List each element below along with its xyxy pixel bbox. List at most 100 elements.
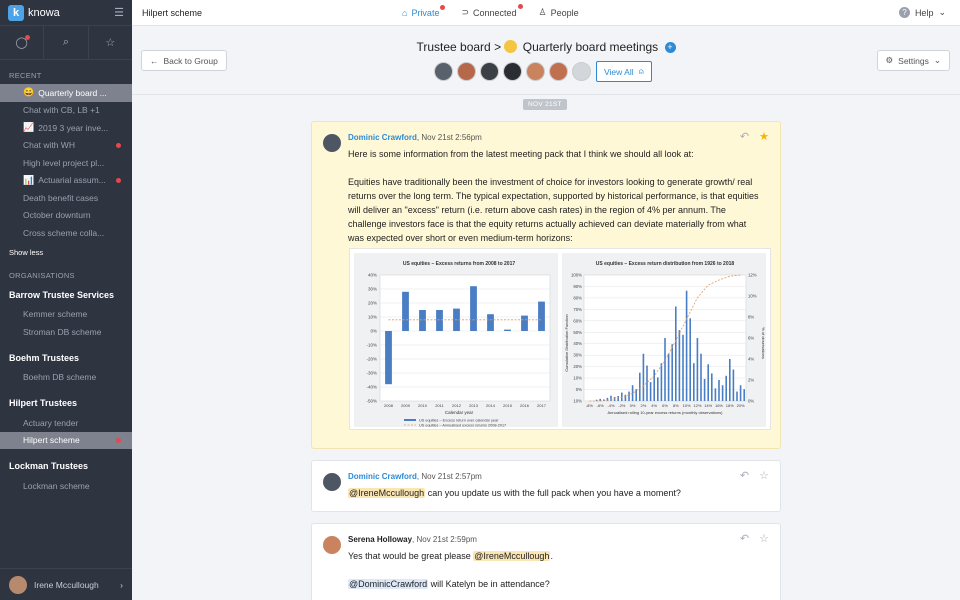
bar xyxy=(729,359,731,401)
org-heading[interactable]: Barrow Trustee Services xyxy=(0,284,132,306)
message-author[interactable]: Dominic Crawford xyxy=(348,472,417,481)
y-axis-label: Cumulative Distribution Function xyxy=(564,314,569,372)
bar xyxy=(667,353,670,401)
y-tick-label: 60% xyxy=(573,318,582,323)
avatar[interactable] xyxy=(480,62,499,81)
bar xyxy=(671,344,673,401)
x-tick-label: 12% xyxy=(693,403,701,408)
bar xyxy=(725,375,727,401)
user-menu[interactable]: Irene Mccullough › xyxy=(0,568,132,600)
star-icon[interactable]: ★ xyxy=(759,130,769,143)
x-tick-label: 10% xyxy=(683,403,691,408)
sidebar-item-recent[interactable]: 😀 Quarterly board ... xyxy=(0,84,132,102)
show-less-link[interactable]: Show less xyxy=(0,242,132,269)
hamburger-icon[interactable]: ☰ xyxy=(114,6,124,19)
view-all-label: View All xyxy=(604,66,634,77)
avatar[interactable] xyxy=(572,62,591,81)
bar xyxy=(689,318,691,401)
user-mention[interactable]: @IreneMccullough xyxy=(348,488,426,498)
x-tick-label: 2015 xyxy=(503,403,513,408)
search-icon[interactable]: ⌕ xyxy=(44,26,89,59)
bar xyxy=(653,369,655,401)
chart-attachment[interactable]: US equities – Excess returns from 2008 t… xyxy=(349,248,771,430)
sidebar-item-recent[interactable]: 📈 2019 3 year inve... xyxy=(0,119,132,137)
star-icon[interactable]: ☆ xyxy=(759,469,769,482)
settings-button[interactable]: ⚙ Settings ⌄ xyxy=(876,50,950,71)
message-feed[interactable]: NOV 21ST Dominic Crawford, Nov 21st 2:56… xyxy=(132,96,960,600)
reply-icon[interactable]: ↶ xyxy=(740,469,749,482)
sidebar-item-recent[interactable]: 📊 Actuarial assum... xyxy=(0,172,132,190)
breadcrumb-parent[interactable]: Trustee board xyxy=(416,40,490,54)
bar xyxy=(487,314,494,331)
avatar-list xyxy=(434,62,591,81)
sidebar-item-label: Kemmer scheme xyxy=(23,309,88,320)
message-actions: ↶ ★ xyxy=(740,130,769,143)
user-mention[interactable]: @IreneMccullough xyxy=(473,551,551,561)
add-icon[interactable]: + xyxy=(664,42,676,53)
tab-private[interactable]: ⌂ Private xyxy=(402,4,446,18)
avatar[interactable] xyxy=(549,62,568,81)
message-author[interactable]: Serena Holloway xyxy=(348,535,412,544)
avatar[interactable] xyxy=(526,62,545,81)
bar xyxy=(385,331,392,385)
x-tick-label: 2010 xyxy=(418,403,428,408)
star-icon[interactable]: ☆ xyxy=(759,532,769,545)
tab-label: People xyxy=(550,7,579,18)
sidebar-item-scheme[interactable]: Stroman DB scheme xyxy=(0,323,132,341)
bar xyxy=(657,377,659,401)
avatar[interactable] xyxy=(503,62,522,81)
sidebar-item-label: Chat with CB, LB +1 xyxy=(23,105,100,116)
message-body: @IreneMccullough can you update us with … xyxy=(348,486,764,500)
chat-icon[interactable]: ◯ xyxy=(0,26,45,59)
message-text: can you update us with the full pack whe… xyxy=(425,488,681,498)
sidebar: k knowa ☰ ◯ ⌕ ☆ RECENT 😀 Quarterly board … xyxy=(0,0,132,600)
sidebar-item-recent[interactable]: October downturn xyxy=(0,207,132,225)
view-all-button[interactable]: View All ⍝ xyxy=(596,61,652,82)
bar xyxy=(649,382,652,401)
link-icon: ⊃ xyxy=(461,7,469,17)
sidebar-item-scheme[interactable]: Boehm DB scheme xyxy=(0,369,132,387)
item-emoji-icon: 📊 xyxy=(23,174,35,185)
message-header: Dominic Crawford, Nov 21st 2:57pm xyxy=(348,472,482,481)
sidebar-item-scheme[interactable]: Kemmer scheme xyxy=(0,306,132,324)
y-tick-label: 0% xyxy=(576,387,582,392)
person-icon: ⍝ xyxy=(638,66,644,76)
message-header: Serena Holloway, Nov 21st 2:59pm xyxy=(348,535,477,544)
org-heading[interactable]: Lockman Trustees xyxy=(0,455,132,477)
user-mention[interactable]: @DominicCrawford xyxy=(348,579,429,589)
reply-icon[interactable]: ↶ xyxy=(740,532,749,545)
sidebar-item-scheme[interactable]: Hilpert scheme xyxy=(0,431,132,449)
unread-dot xyxy=(440,4,446,10)
group-title: Quarterly board meetings xyxy=(522,40,659,54)
sidebar-item-label: Actuary tender xyxy=(23,417,79,428)
org-heading[interactable]: Boehm Trustees xyxy=(0,347,132,369)
recent-list: 😀 Quarterly board ... Chat with CB, LB +1 📈… xyxy=(0,84,132,242)
org-heading[interactable]: Hilpert Trustees xyxy=(0,392,132,414)
x-axis-label: Calendar year xyxy=(445,410,474,415)
y-tick-label: -40% xyxy=(366,385,377,390)
sidebar-item-recent[interactable]: Chat with WH xyxy=(0,137,132,155)
bar xyxy=(470,286,477,331)
avatar[interactable] xyxy=(434,62,453,81)
x-tick-label: 20% xyxy=(737,403,745,408)
help-button[interactable]: ? Help ⌄ xyxy=(898,7,960,18)
x-tick-label: 0% xyxy=(630,403,636,408)
sidebar-item-scheme[interactable]: Actuary tender xyxy=(0,414,132,432)
top-bar: Hilpert scheme ⌂ Private ⊃ Connected ♙ People… xyxy=(132,0,960,26)
reply-icon[interactable]: ↶ xyxy=(740,130,749,143)
star-icon[interactable]: ☆ xyxy=(89,26,132,59)
sidebar-item-recent[interactable]: Death benefit cases xyxy=(0,189,132,207)
sidebar-item-recent[interactable]: Cross scheme colla... xyxy=(0,224,132,242)
tab-people[interactable]: ♙ People xyxy=(539,7,579,18)
knowa-logo-icon[interactable]: k xyxy=(8,4,24,21)
message-author[interactable]: Dominic Crawford xyxy=(348,133,417,142)
sidebar-item-recent[interactable]: High level project pl... xyxy=(0,154,132,172)
avatar[interactable] xyxy=(457,62,476,81)
sidebar-item-recent[interactable]: Chat with CB, LB +1 xyxy=(0,102,132,120)
tab-connected[interactable]: ⊃ Connected xyxy=(461,4,523,18)
sidebar-item-label: Chat with WH xyxy=(23,140,75,151)
sidebar-item-scheme[interactable]: Lockman scheme xyxy=(0,477,132,495)
message: Dominic Crawford, Nov 21st 2:56pm ↶ ★ He… xyxy=(311,121,781,449)
group-header: ← Back to Group Trustee board > Quarterl… xyxy=(132,26,960,95)
sidebar-item-label: Cross scheme colla... xyxy=(23,227,105,238)
